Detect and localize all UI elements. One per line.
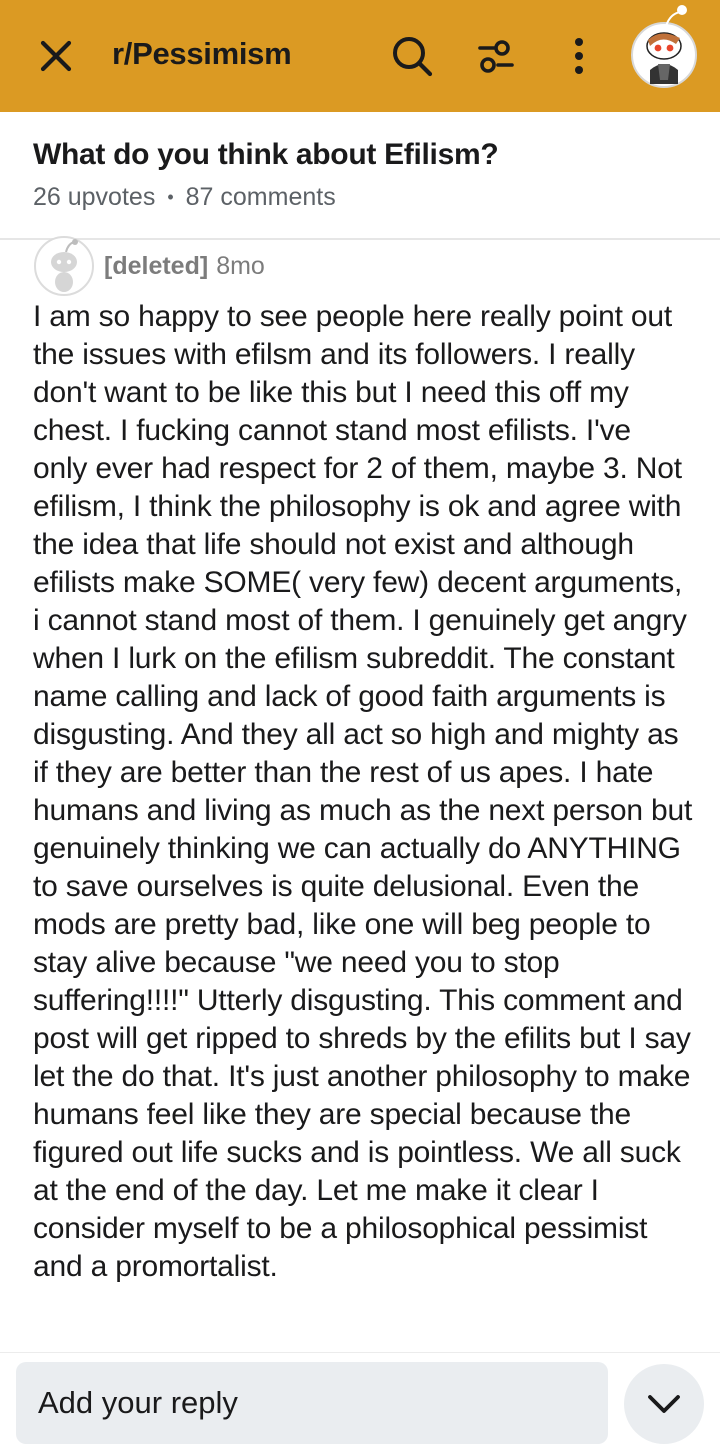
search-icon[interactable]: [390, 34, 434, 78]
upvote-count: 26 upvotes: [33, 183, 156, 211]
reply-input[interactable]: Add your reply: [16, 1362, 608, 1444]
user-avatar[interactable]: [630, 0, 700, 100]
post-header: [0, 112, 720, 240]
comment-body: I am so happy to see people here really …: [33, 300, 693, 1283]
subreddit-name[interactable]: r/Pessimism: [112, 36, 292, 72]
close-icon[interactable]: [36, 36, 76, 76]
meta-separator: •: [167, 187, 174, 207]
top-bar: r/Pessimism: [0, 0, 720, 112]
expand-reply-button[interactable]: [624, 1364, 704, 1444]
post-meta: 26 upvotes • 87 comments: [33, 183, 336, 212]
comment-username[interactable]: [deleted]: [104, 252, 208, 281]
chevron-down-icon: [648, 1395, 680, 1413]
filter-icon[interactable]: [476, 36, 516, 76]
comment-header: [deleted] 8mo: [32, 236, 265, 296]
comment-age: 8mo: [216, 251, 265, 280]
post-title[interactable]: What do you think about Efilism?: [33, 138, 499, 172]
more-vertical-icon[interactable]: [564, 36, 594, 76]
comment-count: 87 comments: [185, 183, 336, 211]
deleted-user-avatar: [34, 236, 94, 296]
